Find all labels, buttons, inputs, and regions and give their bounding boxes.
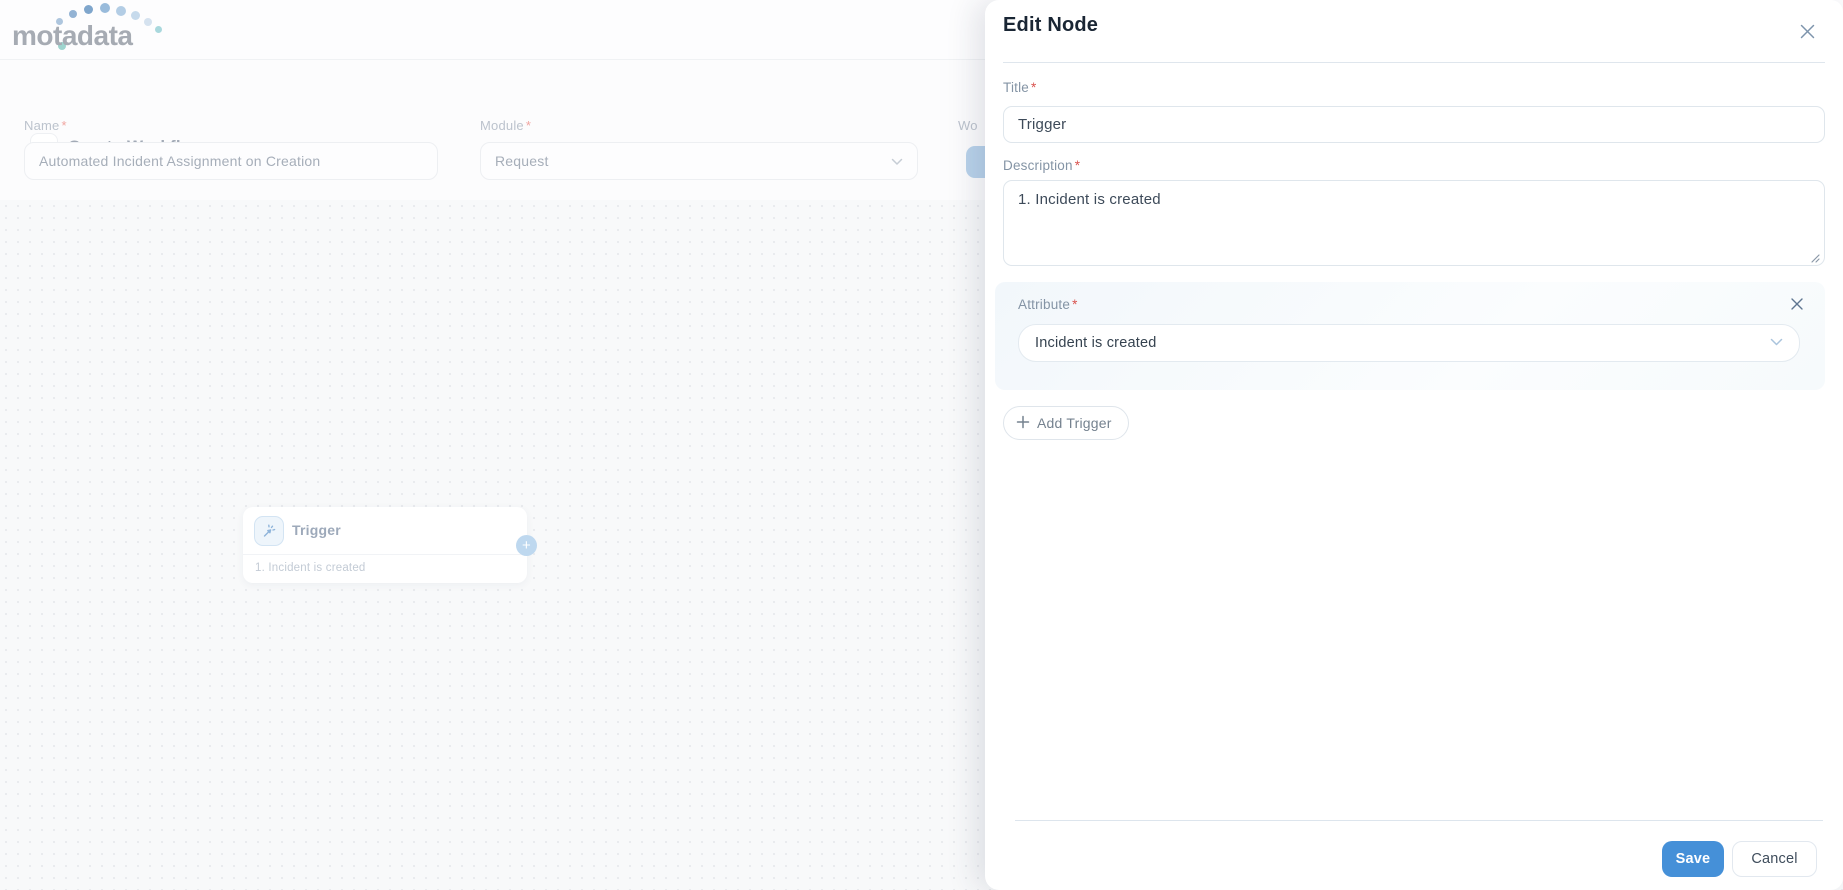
node-title-input[interactable] bbox=[1003, 106, 1825, 143]
close-icon[interactable] bbox=[1796, 20, 1818, 42]
module-select[interactable]: Request bbox=[480, 142, 918, 180]
drawer-footer-divider bbox=[1015, 820, 1823, 821]
required-asterisk: * bbox=[1075, 158, 1080, 173]
trigger-node-title: Trigger bbox=[292, 522, 341, 538]
required-asterisk: * bbox=[1031, 80, 1036, 95]
attribute-select-value: Incident is created bbox=[1035, 335, 1156, 351]
node-description-textarea[interactable]: 1. Incident is created bbox=[1003, 180, 1825, 266]
remove-attribute-icon[interactable] bbox=[1787, 294, 1807, 314]
logo-dot bbox=[69, 10, 77, 18]
workflow-truncated-label: Wo bbox=[958, 118, 978, 133]
logo-dot bbox=[100, 3, 110, 13]
logo-wordmark: motadata bbox=[12, 20, 132, 52]
add-trigger-button[interactable]: Add Trigger bbox=[1003, 406, 1129, 440]
logo-dot bbox=[155, 26, 162, 33]
attribute-select[interactable]: Incident is created bbox=[1018, 324, 1800, 362]
title-field-label: Title* bbox=[1003, 80, 1036, 95]
workflow-name-input[interactable] bbox=[24, 142, 438, 180]
save-button[interactable]: Save bbox=[1662, 841, 1724, 877]
trigger-icon bbox=[254, 516, 284, 546]
description-field-label: Description* bbox=[1003, 158, 1080, 173]
logo-dot bbox=[144, 18, 152, 26]
name-field-label: Name* bbox=[24, 118, 67, 133]
plus-icon bbox=[1016, 415, 1030, 432]
logo-dot bbox=[116, 6, 126, 16]
logo-dot bbox=[131, 11, 140, 20]
required-asterisk: * bbox=[61, 118, 66, 133]
app-window: motadata Create Workflow Name* Module* R… bbox=[0, 0, 1843, 890]
motadata-logo: motadata bbox=[12, 2, 182, 58]
cancel-button[interactable]: Cancel bbox=[1732, 841, 1817, 877]
logo-dot bbox=[84, 5, 93, 14]
trigger-node-description: 1. Incident is created bbox=[255, 562, 366, 574]
trigger-node[interactable]: Trigger 1. Incident is created + bbox=[243, 507, 527, 583]
drawer-header-divider bbox=[1003, 62, 1825, 63]
module-select-value: Request bbox=[495, 153, 549, 169]
add-node-plus-button[interactable]: + bbox=[516, 535, 537, 556]
attribute-field-label: Attribute* bbox=[1018, 297, 1078, 312]
chevron-down-icon bbox=[1770, 335, 1783, 351]
attribute-card: Attribute* Incident is created bbox=[995, 282, 1825, 390]
add-trigger-label: Add Trigger bbox=[1037, 415, 1112, 431]
trigger-node-header: Trigger bbox=[243, 507, 527, 555]
drawer-title: Edit Node bbox=[1003, 14, 1098, 37]
required-asterisk: * bbox=[1072, 297, 1077, 312]
chevron-down-icon bbox=[891, 153, 903, 169]
module-field-label: Module* bbox=[480, 118, 531, 133]
edit-node-drawer: Edit Node Title* Description* 1. Inciden… bbox=[985, 0, 1843, 890]
required-asterisk: * bbox=[526, 118, 531, 133]
